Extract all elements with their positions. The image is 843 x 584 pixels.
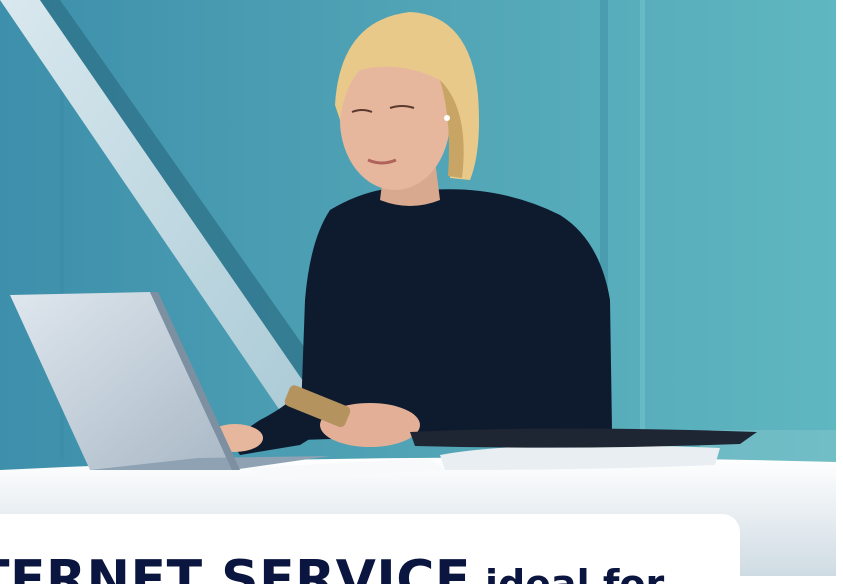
headline: TERNET SERVICE ideal for <box>0 554 664 584</box>
hero-photo <box>0 0 836 576</box>
headline-main: TERNET SERVICE <box>0 550 471 584</box>
headline-tail: ideal for <box>484 562 665 584</box>
headline-card: TERNET SERVICE ideal for <box>0 514 740 584</box>
hero-photo-illustration <box>0 0 836 576</box>
page-edge <box>836 0 843 576</box>
woman-sweater <box>300 187 612 440</box>
